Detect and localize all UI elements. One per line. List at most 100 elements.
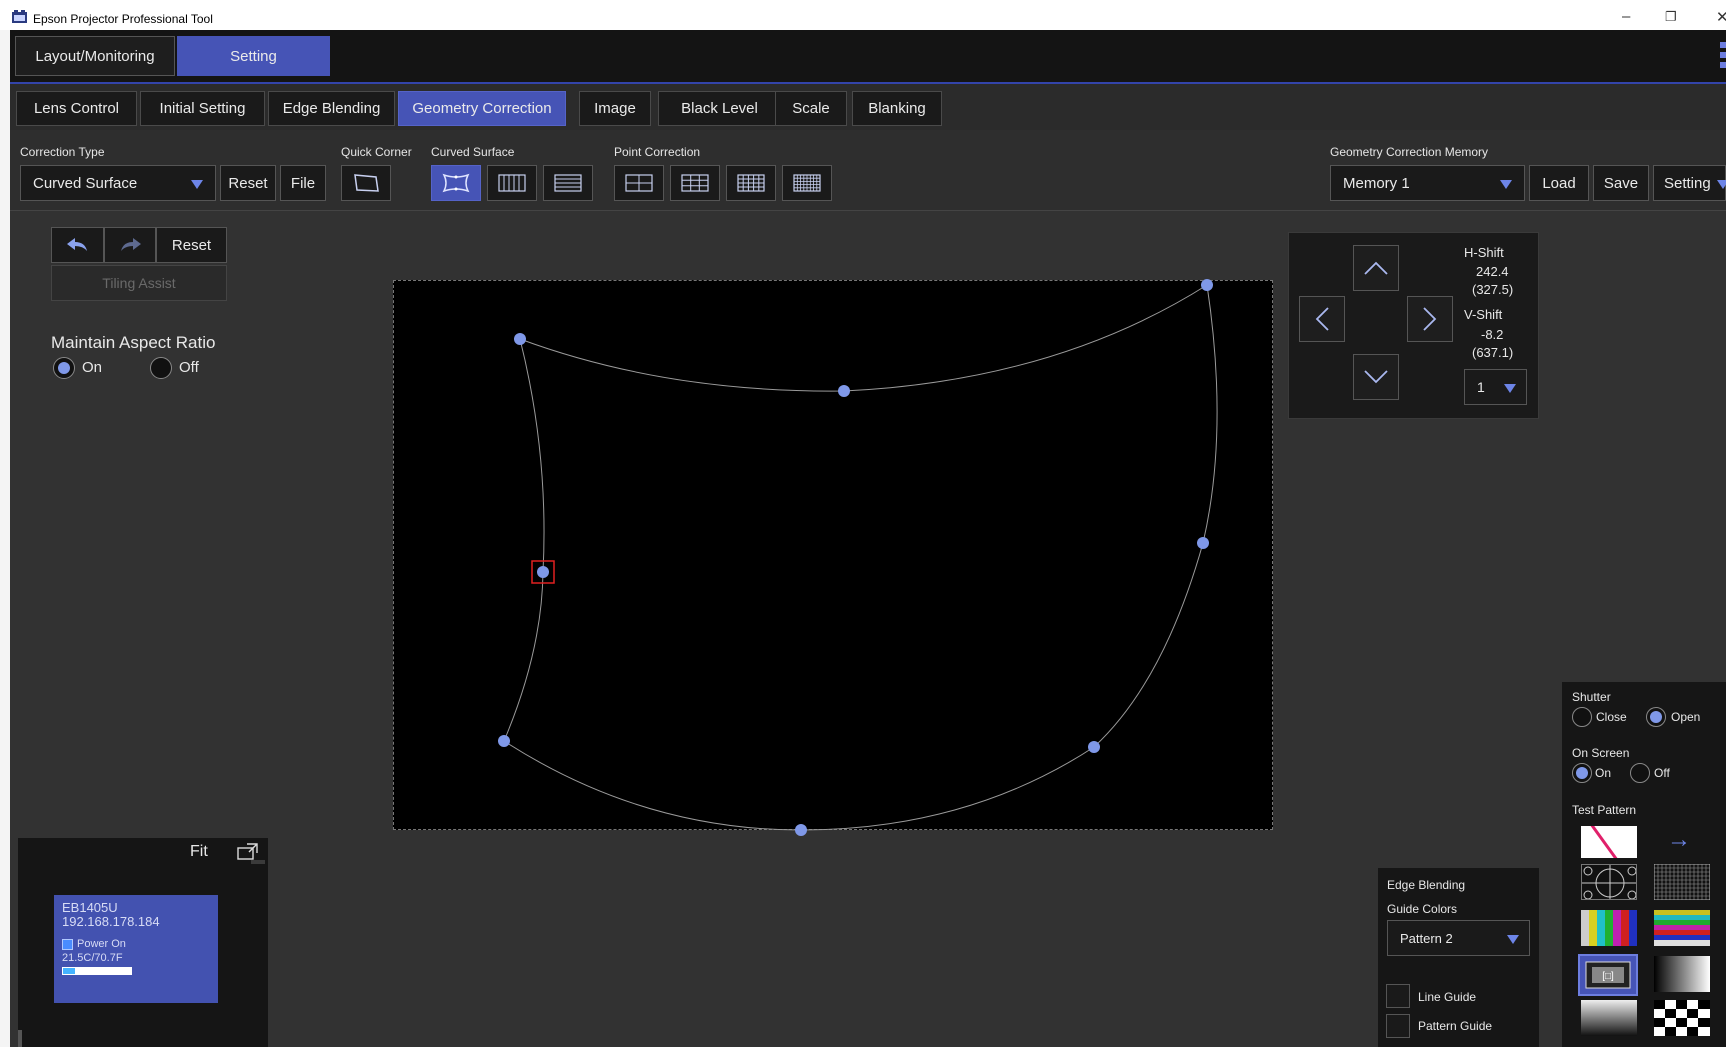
- shift-left-button[interactable]: [1299, 296, 1345, 342]
- on-screen-off-label: Off: [1654, 766, 1670, 780]
- v-shift-sub-value: (637.1): [1472, 345, 1514, 360]
- geometry-canvas[interactable]: [393, 280, 1273, 830]
- checker-pattern-icon: [1654, 1000, 1710, 1036]
- shift-up-button[interactable]: [1353, 245, 1399, 291]
- shutter-close-radio[interactable]: [1572, 707, 1592, 727]
- control-point-bottom-middle[interactable]: [795, 824, 807, 836]
- tab-image[interactable]: Image: [579, 91, 651, 126]
- tab-setting[interactable]: Setting: [177, 36, 330, 76]
- quick-corner-button[interactable]: [341, 165, 391, 201]
- save-button[interactable]: Save: [1593, 165, 1649, 201]
- point-correction-3x3-button[interactable]: [670, 165, 720, 201]
- main-tab-bar: Layout/Monitoring Setting: [10, 30, 1726, 84]
- color-stripes-icon: [1654, 910, 1710, 946]
- curved-surface-corner-button[interactable]: [431, 165, 481, 201]
- control-point-middle-right[interactable]: [1197, 537, 1209, 549]
- control-point-middle-left[interactable]: [537, 566, 549, 578]
- test-pattern-grid[interactable]: [1654, 864, 1710, 900]
- svg-text:[□]: [□]: [1602, 971, 1614, 982]
- test-pattern-color-bars[interactable]: [1581, 910, 1637, 946]
- close-icon[interactable]: ✕: [1716, 8, 1726, 26]
- curved-surface-horizontal-button[interactable]: [543, 165, 593, 201]
- tiling-assist-button[interactable]: Tiling Assist: [51, 265, 227, 301]
- projector-ip: 192.168.178.184: [62, 914, 160, 929]
- shutter-open-label: Open: [1671, 710, 1701, 724]
- minimize-icon[interactable]: –: [1622, 8, 1630, 25]
- shutter-open-radio[interactable]: [1646, 707, 1666, 727]
- pattern-guide-checkbox[interactable]: [1386, 1014, 1410, 1038]
- h-shift-sub-value: (327.5): [1472, 282, 1514, 297]
- aspect-on-label: On: [82, 359, 103, 376]
- preview-scroll-handle-left[interactable]: [18, 1030, 22, 1047]
- tab-layout-monitoring[interactable]: Layout/Monitoring: [15, 36, 175, 76]
- control-point-top-right[interactable]: [1201, 279, 1213, 291]
- on-screen-label: On Screen: [1572, 746, 1630, 760]
- test-pattern-circle[interactable]: [1581, 864, 1637, 900]
- test-pattern-horizontal-gradient[interactable]: [1654, 956, 1710, 992]
- layout-preview: Fit EB1405U 192.168.178.184 Power On 21.…: [18, 838, 268, 1047]
- correction-reset-button[interactable]: Reset: [220, 165, 276, 201]
- preview-scroll-handle[interactable]: [251, 860, 265, 864]
- curved-surface-vertical-button[interactable]: [487, 165, 537, 201]
- power-indicator-icon: [62, 938, 73, 950]
- pattern-off-icon: [1590, 826, 1618, 858]
- point-correction-2x2-button[interactable]: [614, 165, 664, 201]
- control-point-bottom-left[interactable]: [498, 735, 510, 747]
- chevron-up-icon: [1364, 261, 1388, 275]
- control-point-top-left[interactable]: [514, 333, 526, 345]
- guide-colors-label: Guide Colors: [1387, 902, 1458, 916]
- test-pattern-adjustment[interactable]: [□]: [1578, 954, 1638, 996]
- test-pattern-checker[interactable]: [1654, 1000, 1710, 1036]
- pattern-guide-label: Pattern Guide: [1418, 1019, 1493, 1033]
- adjustment-pattern-icon: [□]: [1585, 961, 1631, 989]
- memory-select[interactable]: Memory 1: [1330, 165, 1525, 201]
- control-point-bottom-right[interactable]: [1088, 741, 1100, 753]
- tab-edge-blending[interactable]: Edge Blending: [268, 91, 395, 126]
- aspect-on-radio[interactable]: [53, 357, 75, 379]
- shift-step-select[interactable]: 1: [1464, 369, 1527, 405]
- shift-right-button[interactable]: [1407, 296, 1453, 342]
- file-button[interactable]: File: [280, 165, 326, 201]
- line-guide-checkbox[interactable]: [1386, 984, 1410, 1008]
- correction-type-select[interactable]: Curved Surface: [20, 165, 216, 201]
- menu-icon[interactable]: [1720, 42, 1726, 72]
- shift-step-value: 1: [1477, 379, 1485, 395]
- on-screen-on-radio[interactable]: [1572, 763, 1592, 783]
- tab-lens-control[interactable]: Lens Control: [16, 91, 137, 126]
- edge-blending-panel: Edge Blending Guide Colors Pattern 2 Lin…: [1378, 868, 1539, 1047]
- projector-card[interactable]: EB1405U 192.168.178.184 Power On 21.5C/7…: [54, 895, 218, 1003]
- maintain-aspect-ratio-label: Maintain Aspect Ratio: [51, 333, 216, 352]
- tab-geometry-correction[interactable]: Geometry Correction: [398, 91, 566, 126]
- memory-setting-label: Setting: [1664, 174, 1711, 192]
- point-correction-label: Point Correction: [614, 145, 701, 159]
- fit-label[interactable]: Fit: [190, 843, 208, 861]
- test-pattern-color-stripes[interactable]: [1654, 910, 1710, 946]
- app-icon: [12, 10, 27, 23]
- control-point-top-middle[interactable]: [838, 385, 850, 397]
- correction-type-label: Correction Type: [20, 145, 105, 159]
- redo-button[interactable]: [104, 227, 156, 263]
- shift-down-button[interactable]: [1353, 354, 1399, 400]
- point-correction-5x5-button[interactable]: [726, 165, 776, 201]
- tab-initial-setting[interactable]: Initial Setting: [140, 91, 265, 126]
- grid-3x3-icon: [681, 174, 709, 192]
- undo-reset-button[interactable]: Reset: [156, 227, 227, 263]
- restore-icon[interactable]: ❐: [1665, 9, 1677, 25]
- power-status: Power On: [77, 938, 126, 950]
- test-pattern-vertical-gradient[interactable]: [1581, 1000, 1637, 1036]
- guide-colors-select[interactable]: Pattern 2: [1387, 920, 1530, 956]
- projector-status-fill: [63, 968, 75, 974]
- vertical-lines-icon: [498, 174, 526, 192]
- test-pattern-off[interactable]: [1581, 826, 1637, 858]
- undo-button[interactable]: [51, 227, 104, 263]
- tab-black-level[interactable]: Black Level: [658, 91, 781, 126]
- on-screen-off-radio[interactable]: [1630, 763, 1650, 783]
- test-pattern-next-icon[interactable]: →: [1667, 826, 1691, 854]
- load-button[interactable]: Load: [1529, 165, 1589, 201]
- aspect-off-radio[interactable]: [150, 357, 172, 379]
- point-correction-fine-button[interactable]: [782, 165, 832, 201]
- tab-blanking[interactable]: Blanking: [852, 91, 942, 126]
- memory-setting-button[interactable]: Setting: [1653, 165, 1726, 201]
- grid-fine-icon: [793, 174, 821, 192]
- tab-scale[interactable]: Scale: [775, 91, 847, 126]
